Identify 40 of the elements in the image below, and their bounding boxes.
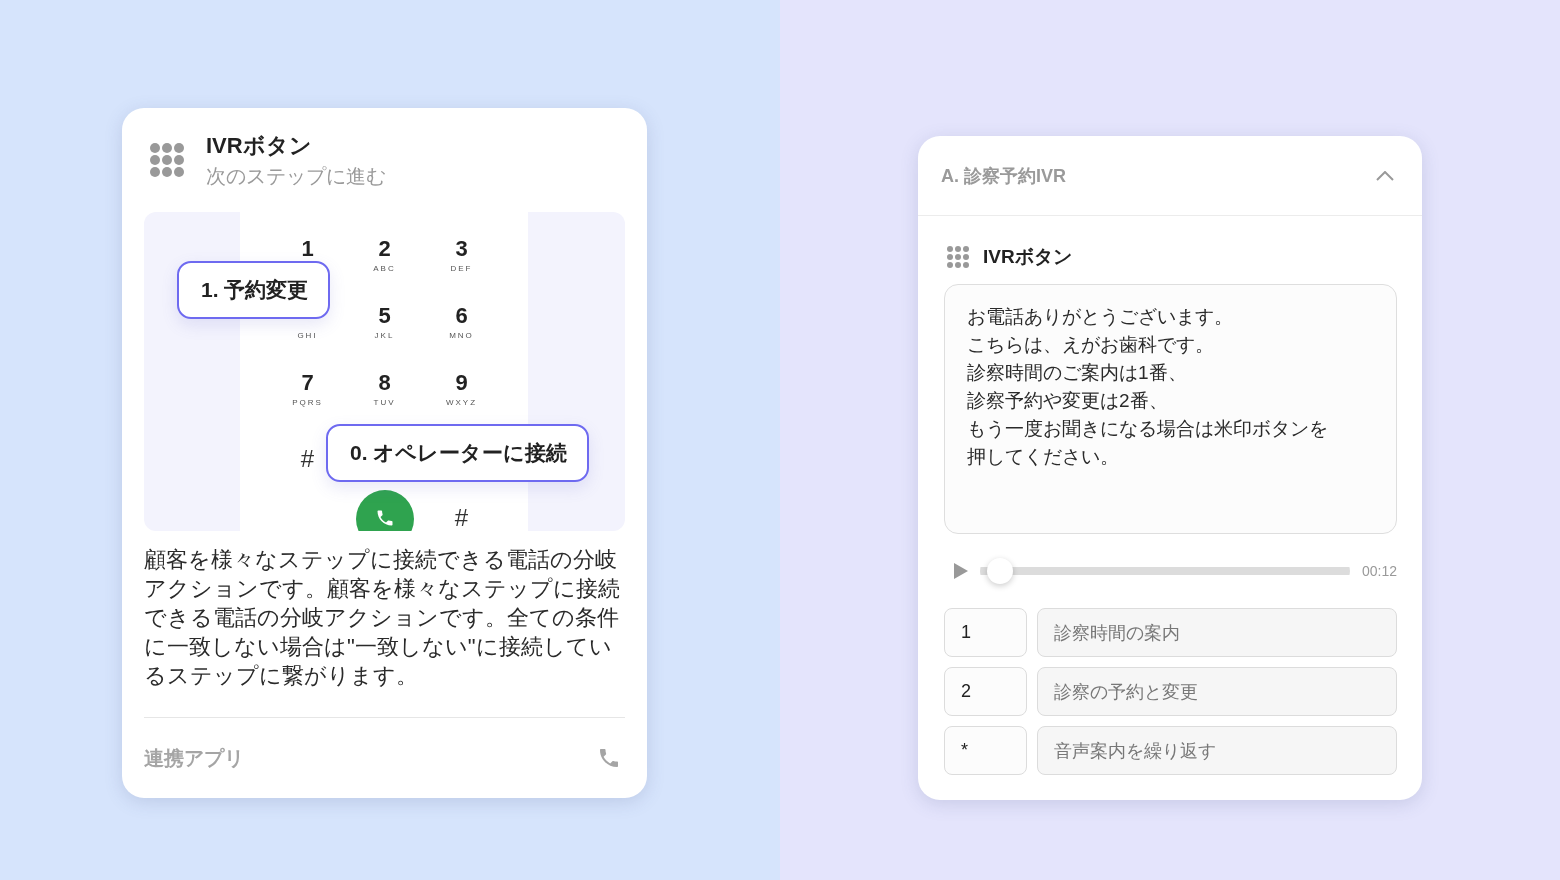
option-label-field[interactable]: 診察時間の案内 bbox=[1037, 608, 1397, 657]
key-letters: PQRS bbox=[292, 398, 323, 407]
key-field[interactable]: 2 bbox=[944, 667, 1027, 716]
key-digit: 7 bbox=[301, 370, 314, 396]
card-subtitle: 次のステップに進む bbox=[206, 163, 386, 189]
description-text: 顧客を様々なステップに接続できる電話の分岐アクションです。顧客を様々なステップに接続できる電話の分岐アクションです。全ての条件に一致しない場合は"一致しない"に接続しているステップに繋がります。 bbox=[144, 546, 621, 690]
keypad-icon bbox=[947, 246, 969, 268]
option-callout: 1. 予約変更 bbox=[177, 261, 331, 319]
chevron-up-icon[interactable] bbox=[1376, 170, 1394, 181]
key-symbol: # bbox=[454, 504, 469, 531]
key-letters: GHI bbox=[297, 331, 318, 340]
key-digit: 9 bbox=[455, 370, 468, 396]
key-digit: 6 bbox=[455, 303, 468, 329]
option-label-field[interactable]: 音声案内を繰り返す bbox=[1037, 726, 1397, 775]
key-letters: JKL bbox=[374, 331, 395, 340]
key-field[interactable]: 1 bbox=[944, 608, 1027, 657]
key-letters: ABC bbox=[373, 264, 396, 273]
key-digit: 1 bbox=[301, 236, 314, 262]
key-letters: WXYZ bbox=[445, 398, 478, 407]
key-letters: TUV bbox=[373, 398, 396, 407]
card-title: IVRボタン bbox=[206, 131, 313, 160]
keypad-icon bbox=[150, 143, 184, 177]
play-icon[interactable] bbox=[954, 563, 968, 579]
key-letters: MNO bbox=[449, 331, 474, 340]
option-label-field[interactable]: 診察の予約と変更 bbox=[1037, 667, 1397, 716]
key-digit: 5 bbox=[378, 303, 391, 329]
section-title: A. 診察予約IVR bbox=[941, 164, 1066, 188]
audio-time: 00:12 bbox=[1361, 563, 1397, 579]
option-callout: 0. オペレーターに接続 bbox=[326, 424, 590, 482]
message-field[interactable]: お電話ありがとうございます。 こちらは、えがお歯科です。 診察時間のご案内は1番、 診察予約や変更は2番、 もう一度お聞きになる場合は米印ボタンを 押してください。 bbox=[944, 284, 1397, 534]
key-letters: DEF bbox=[450, 264, 473, 273]
key-digit: 3 bbox=[455, 236, 468, 262]
key-symbol: # bbox=[300, 445, 315, 473]
key-field[interactable]: * bbox=[944, 726, 1027, 775]
step-title: IVRボタン bbox=[983, 245, 1072, 269]
key-digit: 2 bbox=[378, 236, 391, 262]
footer-label: 連携アプリ bbox=[144, 745, 244, 771]
key-digit: 8 bbox=[378, 370, 391, 396]
slider-thumb[interactable] bbox=[986, 558, 1013, 584]
phone-icon bbox=[597, 746, 621, 770]
